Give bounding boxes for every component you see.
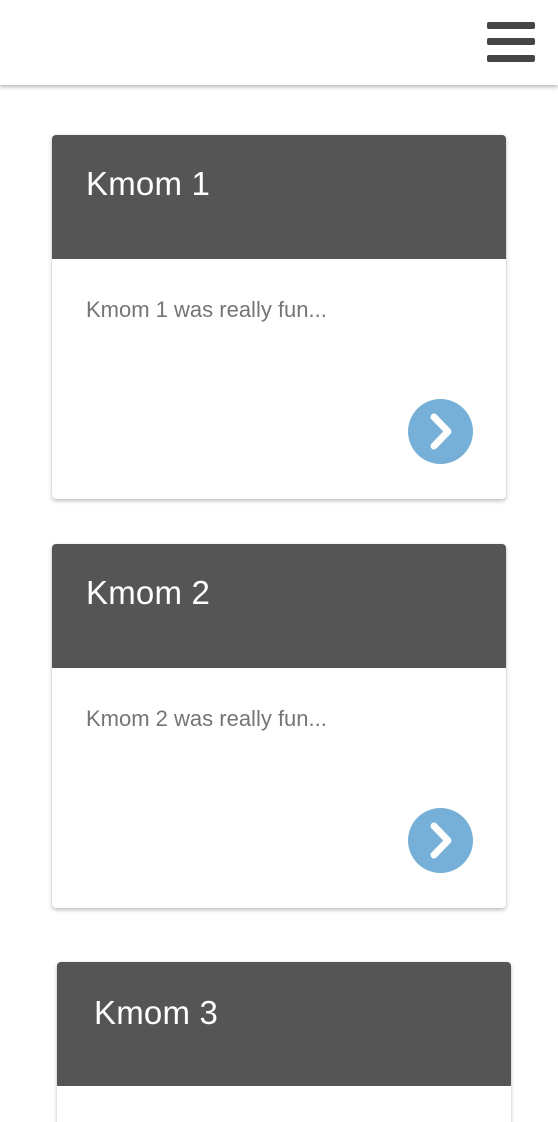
card-header: Kmom 2 [52,544,506,668]
card-title: Kmom 3 [94,994,219,1031]
hamburger-menu-button[interactable] [483,18,539,68]
kmom-card: Kmom 2 Kmom 2 was really fun... [52,544,506,908]
card-text: Kmom 2 was really fun... [86,706,327,731]
card-header: Kmom 3 [57,962,511,1086]
card-title: Kmom 1 [86,165,211,202]
card-body: Kmom 2 was really fun... [52,668,506,908]
open-card-button[interactable] [408,399,473,464]
chevron-right-icon [430,822,452,859]
chevron-right-icon [430,413,452,450]
card-title: Kmom 2 [86,574,211,611]
kmom-card: Kmom 3 [57,962,511,1122]
kmom-card: Kmom 1 Kmom 1 was really fun... [52,135,506,499]
card-body: Kmom 1 was really fun... [52,259,506,499]
card-header: Kmom 1 [52,135,506,259]
card-text: Kmom 1 was really fun... [86,297,327,322]
top-app-bar [0,0,558,85]
open-card-button[interactable] [408,808,473,873]
